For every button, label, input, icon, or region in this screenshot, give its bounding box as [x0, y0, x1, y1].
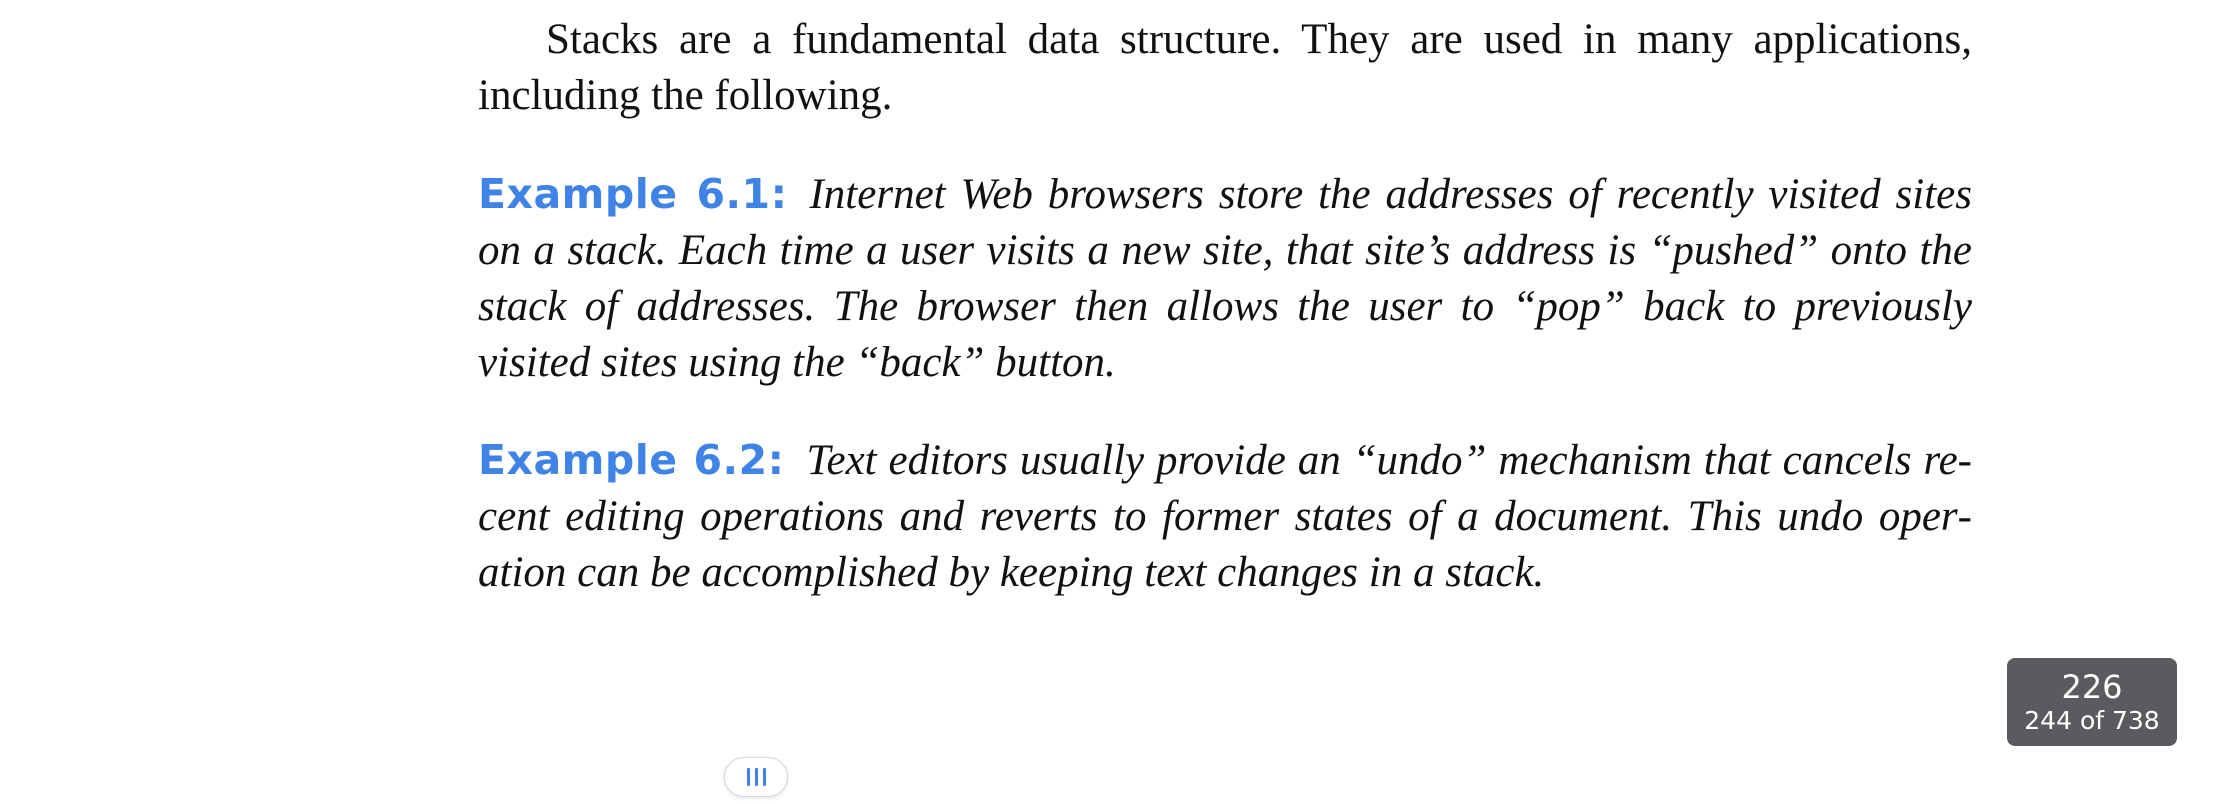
example-6-2: Example 6.2: Text editors usually provide… — [478, 432, 1972, 601]
example-6-2-label: Example 6.2: — [478, 436, 785, 484]
page-scrubber-handle[interactable] — [724, 757, 788, 797]
example-6-1: Example 6.1: Internet Web browsers store … — [478, 166, 1972, 391]
reader-page: Stacks are a fundamental data structure.… — [0, 0, 2224, 804]
page-number: 226 — [2061, 668, 2123, 706]
book-text-column: Stacks are a fundamental data structure.… — [478, 12, 1972, 601]
page-indicator: 226 244 of 738 — [2007, 658, 2177, 746]
page-position: 244 of 738 — [2024, 706, 2160, 735]
grip-lines-icon — [746, 768, 766, 786]
example-6-1-label: Example 6.1: — [478, 170, 788, 218]
intro-paragraph: Stacks are a fundamental data structure.… — [478, 16, 1972, 119]
